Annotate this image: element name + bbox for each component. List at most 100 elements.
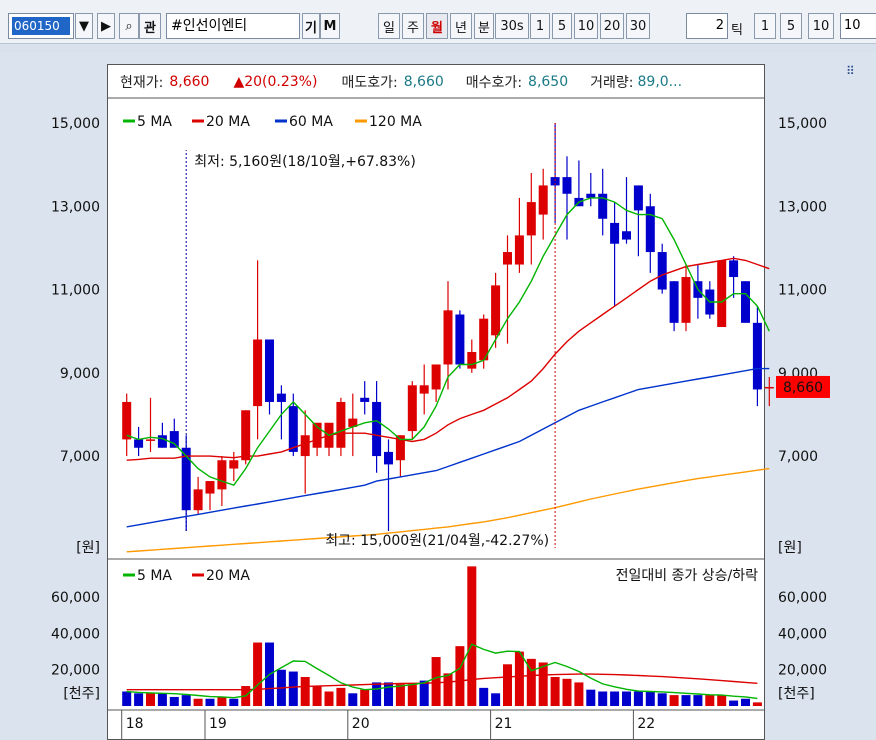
candle-body-9 <box>229 460 239 469</box>
vol-legend-label-0: 5 MA <box>137 568 172 584</box>
volume-bar-14 <box>288 671 298 706</box>
candle-body-11 <box>253 339 263 407</box>
volume-unit-left: [천주] <box>63 686 100 702</box>
xtick-label-3: 21 <box>495 716 513 732</box>
candle-body-46 <box>669 281 679 323</box>
candle-body-43 <box>633 185 643 211</box>
volume-bar-50 <box>717 695 727 706</box>
volume-bar-15 <box>300 676 310 706</box>
volume-bar-42 <box>622 691 631 706</box>
volume-bar-16 <box>312 686 322 706</box>
candle-body-2 <box>146 439 155 441</box>
volume-bar-36 <box>550 676 560 706</box>
candle-body-21 <box>372 401 382 457</box>
candle-body-52 <box>741 281 750 323</box>
volume-bar-0 <box>122 691 132 706</box>
candle-body-27 <box>443 310 453 365</box>
volume-bar-4 <box>169 696 179 706</box>
candle-body-33 <box>514 235 524 265</box>
candle-body-50 <box>717 260 727 327</box>
candle-body-53 <box>752 322 762 390</box>
price-ytick-left-4: 7,000 <box>60 449 100 465</box>
candle-body-8 <box>217 460 227 490</box>
volume-ytick-right-2: 20,000 <box>778 663 827 679</box>
volume-bar-44 <box>645 691 655 706</box>
price-ytick-left-3: 9,000 <box>60 366 100 382</box>
candle-body-51 <box>729 260 739 278</box>
volume-bar-40 <box>598 691 608 706</box>
volume-bar-28 <box>455 646 465 706</box>
ma60-line <box>126 367 770 528</box>
low-annotation: 최저: 5,160원(18/10월,+67.83%) <box>194 154 416 170</box>
volume-bar-23 <box>395 684 405 706</box>
candle-body-20 <box>360 397 370 402</box>
candle-body-15 <box>300 435 310 457</box>
vol-legend-label-1: 20 MA <box>206 568 250 584</box>
volume-bar-43 <box>633 691 643 706</box>
candle-body-3 <box>157 435 167 448</box>
volume-bar-24 <box>407 684 417 706</box>
volume-bar-30 <box>479 687 489 706</box>
candle-body-42 <box>622 231 631 240</box>
price-unit-right: [원] <box>778 540 802 556</box>
volume-bar-32 <box>503 664 512 706</box>
candle-body-44 <box>645 206 655 253</box>
volume-bar-3 <box>157 693 167 706</box>
volume-bar-20 <box>360 689 370 706</box>
volume-bar-48 <box>693 695 703 706</box>
volume-bar-17 <box>324 691 334 706</box>
candle-body-41 <box>610 222 620 244</box>
legend-label-2: 60 MA <box>289 114 333 130</box>
candle-body-29 <box>467 351 477 369</box>
volume-bar-33 <box>514 651 524 706</box>
candle-body-54 <box>764 386 774 389</box>
volume-bar-8 <box>217 696 227 706</box>
high-annotation: 최고: 15,000원(21/04월,-42.27%) <box>325 533 549 549</box>
volume-bar-26 <box>431 657 441 706</box>
volume-bar-22 <box>384 682 393 706</box>
volume-bar-27 <box>443 673 453 706</box>
candle-body-31 <box>491 285 501 336</box>
candle-body-18 <box>336 401 346 448</box>
current-price-tag-text: 8,660 <box>783 380 823 396</box>
price-unit-left: [원] <box>76 540 100 556</box>
legend-label-0: 5 MA <box>137 114 172 130</box>
volume-bar-18 <box>336 687 346 706</box>
price-ytick-right-4: 7,000 <box>778 449 818 465</box>
candle-body-22 <box>384 451 393 465</box>
candle-body-25 <box>419 385 429 394</box>
volume-bar-6 <box>193 698 203 706</box>
candle-body-10 <box>241 410 251 461</box>
volume-bar-52 <box>741 698 750 706</box>
volume-bar-49 <box>705 695 715 706</box>
candle-body-37 <box>562 177 572 194</box>
volume-bar-9 <box>229 698 239 706</box>
volume-bar-11 <box>253 642 263 706</box>
candle-body-12 <box>265 339 274 402</box>
candle-body-24 <box>407 385 417 432</box>
volume-bar-5 <box>181 695 191 706</box>
volume-bar-29 <box>467 566 477 706</box>
candle-body-28 <box>455 314 465 365</box>
candle-body-4 <box>169 431 179 448</box>
volume-bar-19 <box>348 693 358 706</box>
volume-bar-31 <box>491 693 501 706</box>
legend-label-3: 120 MA <box>369 114 422 130</box>
volume-bar-21 <box>372 682 382 706</box>
volume-bar-45 <box>657 693 667 706</box>
volume-bar-1 <box>134 693 144 706</box>
candle-body-1 <box>134 439 144 448</box>
volume-bar-38 <box>574 682 584 706</box>
volume-bar-51 <box>729 700 739 706</box>
stock-chart: 15,000 15,000 13,000 13,000 11,000 11,000 9,00… <box>51 97 830 740</box>
volume-note: 전일대비 종가 상승/하락 <box>616 568 759 584</box>
volume-ytick-left-0: 60,000 <box>51 590 100 606</box>
price-ytick-left-1: 13,000 <box>51 199 100 215</box>
volume-ytick-right-1: 40,000 <box>778 626 827 642</box>
volume-bar-7 <box>205 698 215 706</box>
candle-body-32 <box>503 252 512 265</box>
volume-bar-47 <box>681 695 691 706</box>
volume-bar-37 <box>562 678 572 706</box>
candle-body-14 <box>288 406 298 452</box>
candle-body-13 <box>276 393 286 402</box>
